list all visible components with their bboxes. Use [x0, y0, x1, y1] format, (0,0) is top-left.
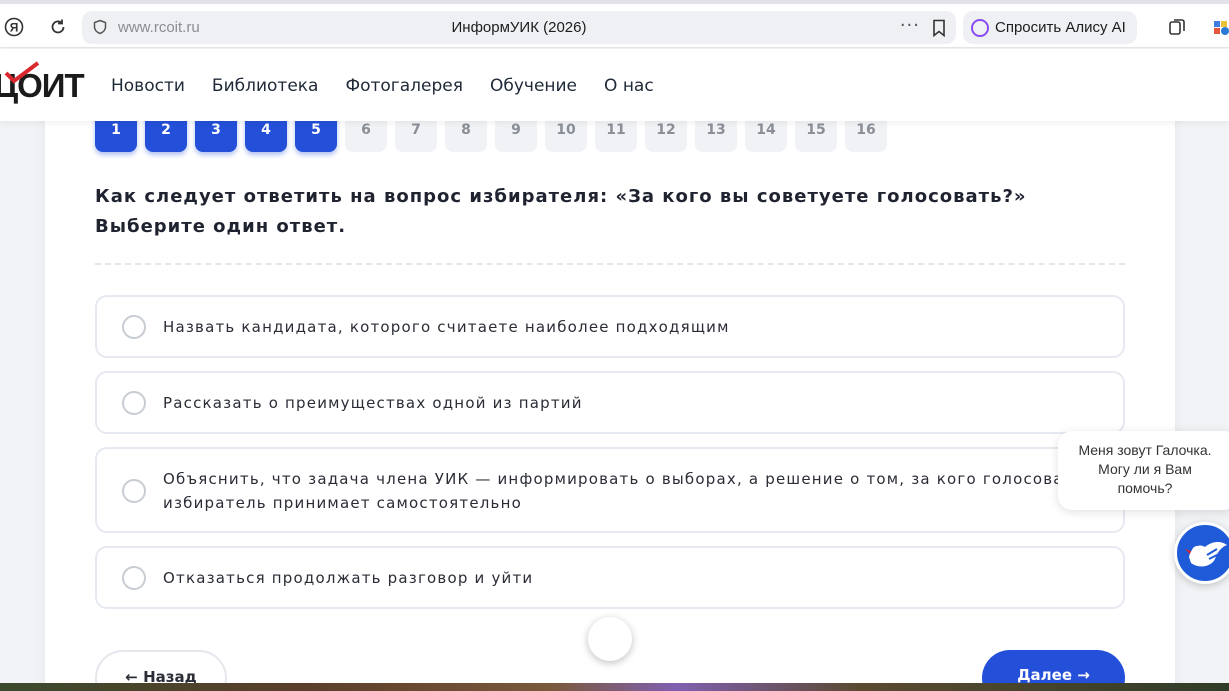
nav-item-training[interactable]: Обучение [490, 76, 577, 96]
radio-button[interactable] [122, 479, 146, 503]
main-nav: Новости Библиотека Фотогалерея Обучение … [111, 76, 681, 96]
divider [95, 263, 1125, 265]
answer-label: Назвать кандидата, которого считаете наи… [163, 318, 730, 336]
answer-option-1[interactable]: Назвать кандидата, которого считаете наи… [95, 295, 1125, 358]
extension-icon[interactable] [1210, 16, 1229, 38]
more-icon[interactable]: ··· [900, 15, 920, 36]
logo-check-icon [4, 61, 40, 84]
collections-icon[interactable] [1166, 16, 1188, 38]
radio-button[interactable] [122, 566, 146, 590]
quiz-card: 1 2 3 4 5 6 7 8 9 10 11 12 13 14 15 16 Как следует отве… [45, 100, 1175, 691]
answer-label: Рассказать о преимуществах одной из парт… [163, 394, 583, 412]
chat-assistant-button[interactable] [1174, 522, 1229, 584]
background-image-strip [0, 683, 1229, 691]
nav-item-about[interactable]: О нас [604, 76, 654, 96]
browser-toolbar: Я www.rcoit.ru ИнформУИК (2026) ··· Спро… [0, 0, 1229, 48]
bird-icon [1185, 541, 1227, 567]
answer-label: Отказаться продолжать разговор и уйти [163, 569, 534, 587]
page-title: ИнформУИК (2026) [451, 19, 587, 36]
bookmark-icon[interactable] [931, 19, 947, 37]
svg-text:Я: Я [10, 21, 19, 35]
url-text: www.rcoit.ru [118, 19, 200, 36]
radio-button[interactable] [122, 315, 146, 339]
address-bar[interactable]: www.rcoit.ru ИнформУИК (2026) ··· [82, 11, 956, 44]
scroll-indicator[interactable] [588, 617, 632, 661]
nav-item-news[interactable]: Новости [111, 76, 185, 96]
nav-item-library[interactable]: Библиотека [212, 76, 319, 96]
reload-icon[interactable] [47, 16, 69, 38]
site-logo[interactable]: ЦОИТ [0, 61, 85, 105]
chat-bubble: Меня зовут Галочка. Могу ли я Вам помочь… [1058, 431, 1229, 510]
alice-icon [971, 18, 989, 37]
site-header: ЦОИТ Новости Библиотека Фотогалерея Обуч… [0, 49, 1229, 121]
shield-icon [93, 19, 107, 35]
answer-option-3[interactable]: Объяснить, что задача члена УИК — информ… [95, 447, 1125, 533]
yandex-icon[interactable]: Я [3, 16, 25, 38]
radio-button[interactable] [122, 391, 146, 415]
alice-button[interactable]: Спросить Алису AI [963, 11, 1137, 44]
answer-label: Объяснить, что задача члена УИК — информ… [163, 470, 1090, 512]
nav-item-gallery[interactable]: Фотогалерея [345, 76, 463, 96]
question-text: Как следует ответить на вопрос избирател… [95, 186, 1027, 237]
alice-label: Спросить Алису AI [995, 19, 1126, 36]
answer-option-4[interactable]: Отказаться продолжать разговор и уйти [95, 546, 1125, 609]
answer-option-2[interactable]: Рассказать о преимуществах одной из парт… [95, 371, 1125, 434]
